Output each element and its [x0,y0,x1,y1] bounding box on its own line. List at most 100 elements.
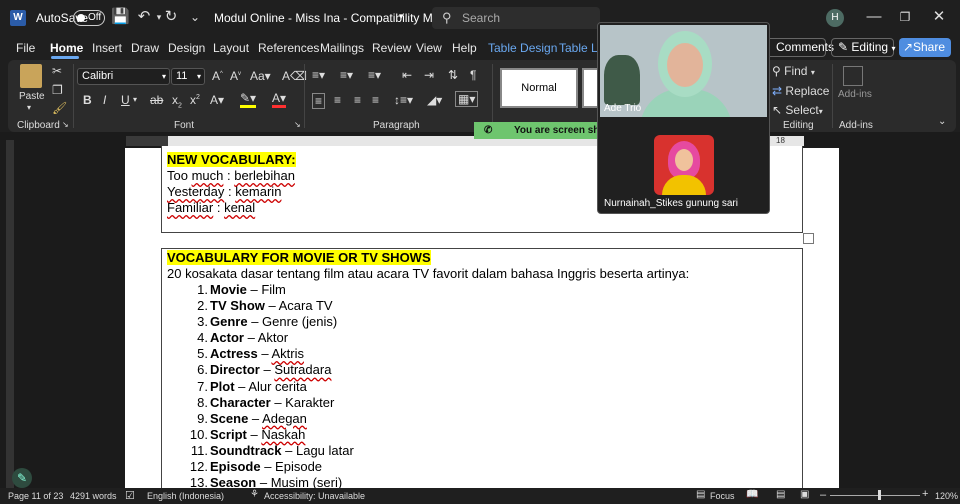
zoom-slider-thumb[interactable] [878,490,881,500]
table-resize-handle[interactable] [803,233,814,244]
collapse-ribbon-icon[interactable]: ⌄ [938,116,946,127]
vocab-line: Familiar : kenal [167,200,256,215]
decrease-indent-icon[interactable]: ⇤ [402,68,412,82]
font-launcher-icon[interactable]: ↘ [294,120,301,129]
tab-draw[interactable]: Draw [131,41,159,55]
screen-share-banner[interactable]: ✆You are screen shar [474,122,598,139]
font-name-select[interactable]: Calibri ▾ [77,68,170,85]
paste-button[interactable]: Paste [19,91,45,102]
customize-qat-icon[interactable]: ⌄ [186,8,204,26]
editing-button[interactable]: ✎ Editing ▾ [831,38,895,57]
grow-font-icon[interactable]: A^ [212,69,223,83]
share-button[interactable]: ↗ Share [899,38,951,57]
tab-insert[interactable]: Insert [92,41,122,55]
accessibility-icon: ⚘ [250,489,259,500]
zoom-in-icon[interactable]: + [922,488,928,500]
line-spacing-icon[interactable]: ↕≡▾ [394,93,413,107]
replace-button[interactable]: ⇄ Replace [772,84,829,98]
numbering-icon[interactable]: ≡▾ [340,68,353,82]
show-formatting-icon[interactable]: ¶ [470,68,476,82]
focus-icon: ▤ [696,489,706,500]
participant-video-1[interactable]: Ade Trio [600,25,767,117]
document-title[interactable]: Modul Online - Miss Ina - Compatibility … [214,11,443,25]
title-dropdown-icon[interactable]: ▾ [399,11,404,22]
sort-icon[interactable]: ⇅ [448,68,458,82]
multilevel-list-icon[interactable]: ≡▾ [368,68,381,82]
shrink-font-icon[interactable]: Av [230,69,241,83]
word-count[interactable]: 4291 words [70,491,117,501]
paste-dropdown-icon[interactable]: ▾ [27,103,31,112]
increase-indent-icon[interactable]: ⇥ [424,68,434,82]
justify-icon[interactable]: ≡ [372,93,379,107]
active-tab-indicator [51,56,79,59]
vocab-line: Too much : berlebihan [167,168,295,183]
align-left-icon[interactable]: ≡ [312,93,326,109]
style-normal[interactable]: Normal [500,68,578,108]
strikethrough-icon[interactable]: ab [150,93,163,107]
highlight-color-icon[interactable]: ✎▾ [240,91,257,108]
close-icon[interactable]: ✕ [930,8,948,26]
tab-review[interactable]: Review [372,41,411,55]
comments-button[interactable]: Comments [770,38,834,57]
title-bar: W AutoSave Off 💾 ↶ ▾ ↻ ⌄ Modul Online - … [0,0,960,36]
tab-help[interactable]: Help [452,41,477,55]
subscript-icon[interactable]: x2 [172,93,182,109]
intro-text: 20 kosakata dasar tentang film atau acar… [167,266,690,281]
focus-button[interactable]: Focus [710,491,735,501]
web-layout-icon[interactable]: ▣ [800,489,809,500]
underline-icon[interactable]: U [121,93,130,107]
participant-name-2: Nurnainah_Stikes gunung sari [604,198,738,209]
proofing-icon[interactable]: ☑ [125,489,135,502]
change-case-icon[interactable]: Aa▾ [250,69,271,83]
avatar-face-shape [675,149,693,171]
italic-icon[interactable]: I [103,93,106,107]
add-ins-button[interactable]: Add-ins [838,89,872,100]
bullets-icon[interactable]: ≡▾ [312,68,325,82]
cut-icon[interactable]: ✂ [52,64,62,78]
copy-icon[interactable]: ❐ [52,83,63,97]
clipboard-launcher-icon[interactable]: ↘ [62,120,69,129]
pen-icon[interactable]: ✎ [12,468,32,488]
tab-mailings[interactable]: Mailings [320,41,364,55]
page-count[interactable]: Page 11 of 23 [8,491,63,501]
save-icon[interactable]: 💾 [111,8,130,26]
search-box[interactable]: ⚲ Search [432,7,600,29]
text-effects-icon[interactable]: A▾ [210,93,224,107]
restore-icon[interactable]: ❐ [896,8,914,26]
read-mode-icon[interactable]: 📖 [746,489,758,500]
tab-layout[interactable]: Layout [213,41,249,55]
zoom-out-icon[interactable]: – [820,489,826,501]
add-ins-icon[interactable] [843,66,863,86]
tab-references[interactable]: References [258,41,319,55]
font-color-icon[interactable]: A▾ [272,91,287,108]
bold-icon[interactable]: B [83,93,92,107]
avatar[interactable]: H [826,9,844,27]
font-size-select[interactable]: 11 ▾ [171,68,205,85]
tab-file[interactable]: File [16,41,35,55]
tab-view[interactable]: View [416,41,442,55]
print-layout-icon[interactable]: ▤ [776,489,785,500]
align-center-icon[interactable]: ≡ [334,93,341,107]
redo-icon[interactable]: ↻ [162,8,180,26]
accessibility-status[interactable]: Accessibility: Unavailable [264,491,365,501]
format-painter-icon[interactable]: 🖌 [52,101,67,115]
minimize-icon[interactable]: — [865,8,883,26]
zoom-slider[interactable] [830,495,920,496]
paste-icon[interactable] [20,64,42,88]
language-indicator[interactable]: English (Indonesia) [147,491,224,501]
style-next[interactable] [582,68,598,108]
underline-dropdown-icon[interactable]: ▾ [133,95,137,104]
superscript-icon[interactable]: x2 [190,93,200,107]
find-button[interactable]: ⚲ Find ▾ [772,64,815,78]
shading-icon[interactable]: ◢▾ [427,93,442,107]
tab-design[interactable]: Design [168,41,205,55]
select-button[interactable]: ↖ Select▾ [772,103,823,117]
borders-icon[interactable]: ▦▾ [455,91,479,107]
vertical-scrollbar[interactable] [950,148,960,488]
tab-table-design[interactable]: Table Design [488,41,557,55]
tab-home[interactable]: Home [50,41,83,55]
zoom-level[interactable]: 120% [935,491,958,501]
autosave-toggle[interactable]: Off [73,10,105,26]
align-right-icon[interactable]: ≡ [354,93,361,107]
divider [492,64,493,128]
